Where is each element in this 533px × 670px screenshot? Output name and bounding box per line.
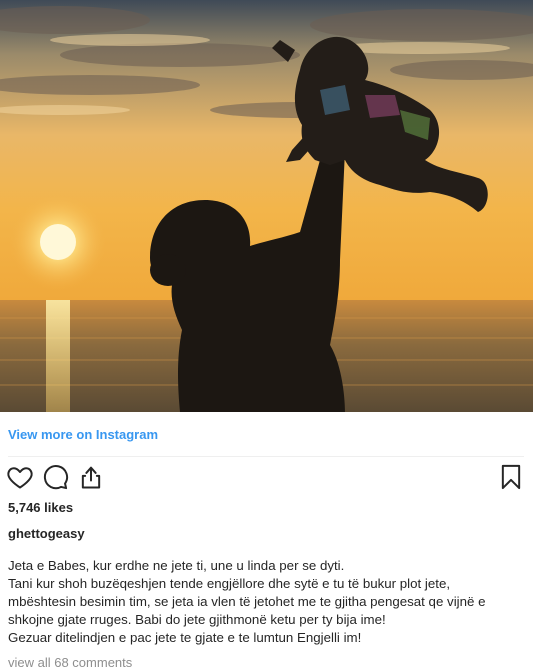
view-more-on-instagram-link[interactable]: View more on Instagram [8, 427, 158, 442]
sunset-silhouette-image [0, 0, 533, 412]
caption-line: mbështesin besimin tim, se jeta ia vlen … [8, 594, 486, 609]
action-bar [0, 463, 533, 493]
instagram-embed: View more on Instagram 5,746 likes ghett… [0, 0, 533, 670]
caption-line: shkojne gjate rruges. Babi do jete gjith… [8, 612, 386, 627]
bookmark-icon[interactable] [497, 463, 525, 491]
caption-line: Gezuar ditelindjen e pac jete te gjate e… [8, 630, 362, 645]
heart-icon[interactable] [6, 463, 34, 491]
caption-line: Jeta e Babes, kur erdhe ne jete ti, une … [8, 558, 345, 573]
post-photo[interactable] [0, 0, 533, 412]
comment-icon[interactable] [41, 463, 69, 491]
caption: Jeta e Babes, kur erdhe ne jete ti, une … [8, 557, 523, 647]
username[interactable]: ghettogeasy [8, 526, 85, 541]
divider [8, 456, 524, 457]
caption-line: Tani kur shoh buzëqeshjen tende engjëllo… [8, 576, 451, 591]
likes-count[interactable]: 5,746 likes [8, 500, 73, 515]
view-all-comments-link[interactable]: view all 68 comments [8, 655, 132, 670]
share-icon[interactable] [77, 463, 105, 491]
